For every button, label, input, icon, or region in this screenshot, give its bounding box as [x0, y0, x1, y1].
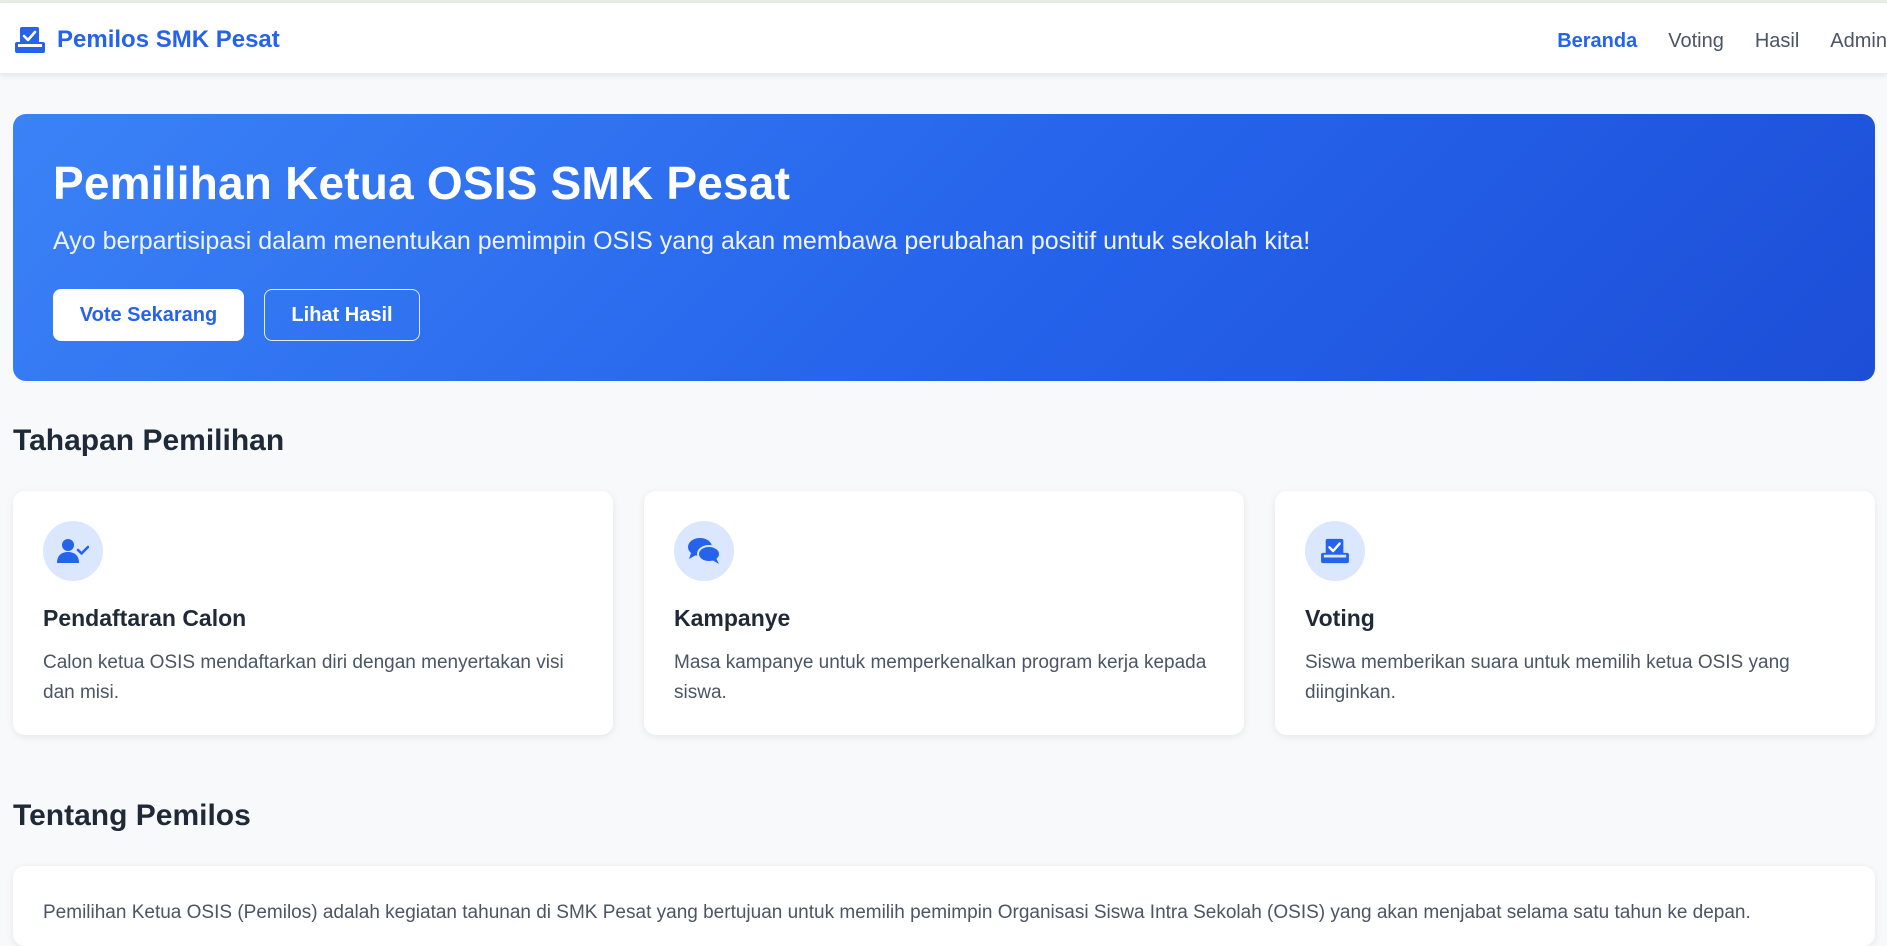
ballot-box-icon — [13, 25, 47, 55]
about-text: Pemilihan Ketua OSIS (Pemilos) adalah ke… — [43, 902, 1751, 923]
about-section-title: Tentang Pemilos — [13, 799, 251, 832]
brand-name: Pemilos SMK Pesat — [57, 26, 280, 53]
stage-title: Voting — [1305, 605, 1375, 631]
about-card: Pemilihan Ketua OSIS (Pemilos) adalah ke… — [13, 866, 1875, 946]
stage-title: Kampanye — [674, 605, 791, 631]
brand-link[interactable]: Pemilos SMK Pesat — [13, 25, 280, 55]
stage-description: Siswa memberikan suara untuk memilih ket… — [1305, 652, 1790, 703]
hero-title: Pemilihan Ketua OSIS SMK Pesat — [53, 157, 791, 209]
ballot-box-icon — [1305, 521, 1365, 581]
hero-banner: Pemilihan Ketua OSIS SMK Pesat Ayo berpa… — [13, 114, 1875, 381]
nav-link-hasil[interactable]: Hasil — [1755, 29, 1799, 53]
user-check-icon — [43, 521, 103, 581]
nav-link-admin[interactable]: Admin — [1830, 29, 1887, 53]
chat-bubbles-icon — [674, 521, 734, 581]
stage-description: Masa kampanye untuk memperkenalkan progr… — [674, 652, 1207, 703]
stage-card-registration: Pendaftaran Calon Calon ketua OSIS menda… — [13, 491, 613, 735]
stage-card-campaign: Kampanye Masa kampanye untuk memperkenal… — [644, 491, 1244, 735]
stage-title: Pendaftaran Calon — [43, 605, 247, 631]
nav-link-voting[interactable]: Voting — [1668, 29, 1724, 53]
vote-now-button[interactable]: Vote Sekarang — [53, 289, 244, 341]
stage-card-voting: Voting Siswa memberikan suara untuk memi… — [1275, 491, 1875, 735]
hero-subtitle: Ayo berpartisipasi dalam menentukan pemi… — [53, 227, 1311, 255]
stage-description: Calon ketua OSIS mendaftarkan diri denga… — [43, 652, 564, 703]
stages-section-title: Tahapan Pemilihan — [13, 424, 285, 457]
nav-link-beranda[interactable]: Beranda — [1557, 29, 1637, 53]
view-results-button[interactable]: Lihat Hasil — [264, 289, 420, 341]
navbar: Pemilos SMK Pesat Beranda Voting Hasil A… — [0, 3, 1887, 74]
nav-links: Beranda Voting Hasil Admin — [1526, 29, 1887, 53]
